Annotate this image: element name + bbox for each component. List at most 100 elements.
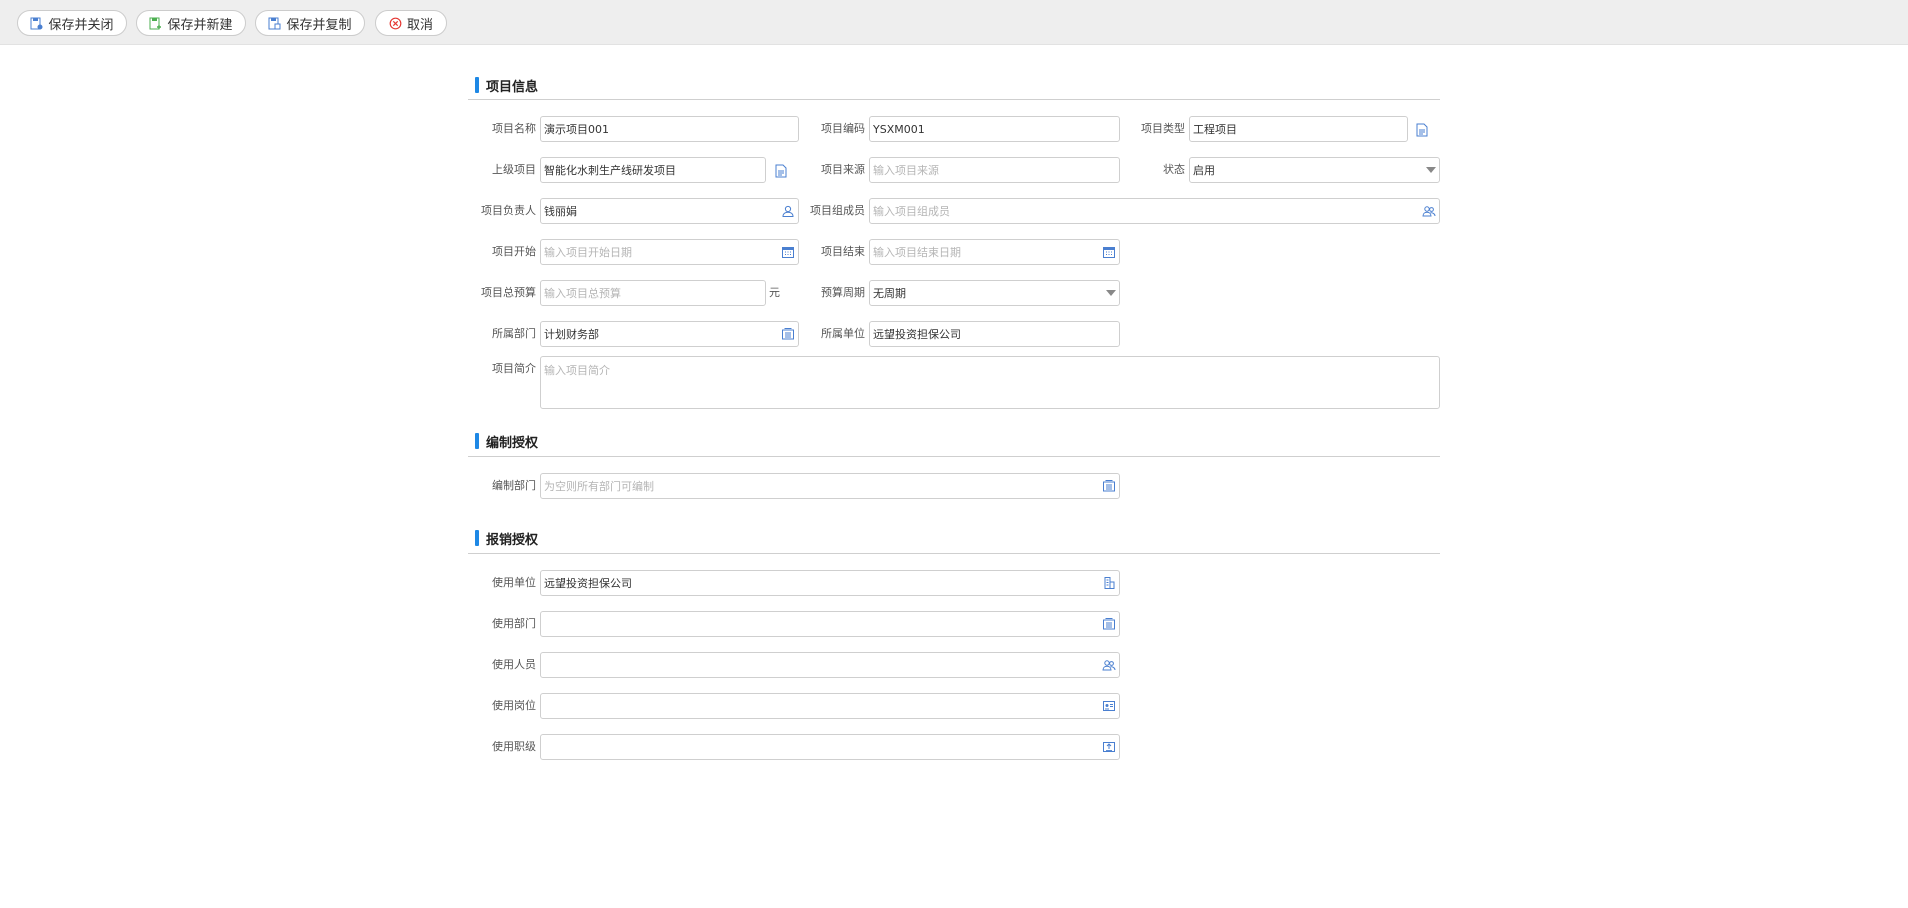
budget-cycle-label: 预算周期 [821, 286, 865, 299]
calendar-icon[interactable] [781, 245, 795, 259]
project-manager-input[interactable]: 钱丽娟 [540, 198, 799, 224]
project-end-label: 项目结束 [821, 245, 865, 258]
save-copy-icon [268, 17, 281, 29]
cancel-label: 取消 [406, 17, 433, 33]
compile-dept-label: 编制部门 [492, 479, 536, 492]
project-members-input[interactable]: 输入项目组成员 [869, 198, 1440, 224]
owner-unit-label: 所属单位 [821, 327, 865, 340]
compile-dept-input[interactable]: 为空则所有部门可编制 [540, 473, 1120, 499]
use-dept-label: 使用部门 [492, 617, 536, 630]
status-value: 启用 [1193, 164, 1215, 177]
budget-unit: 元 [769, 286, 780, 299]
project-source-input[interactable]: 输入项目来源 [869, 157, 1120, 183]
section-accent-bar [475, 530, 479, 546]
project-name-value: 演示项目001 [544, 123, 609, 136]
save-new-label: 保存并新建 [167, 17, 233, 33]
use-unit-value: 远望投资担保公司 [544, 577, 632, 590]
section-accent-bar [475, 433, 479, 449]
use-rank-input[interactable] [540, 734, 1120, 760]
department-icon[interactable] [1102, 479, 1116, 493]
save-new-icon [149, 17, 162, 29]
owner-unit-input[interactable]: 远望投资担保公司 [869, 321, 1120, 347]
department-value: 计划财务部 [544, 328, 599, 341]
project-end-input[interactable]: 输入项目结束日期 [869, 239, 1120, 265]
section-divider [468, 456, 1440, 457]
project-source-placeholder: 输入项目来源 [873, 164, 939, 177]
section-divider [468, 553, 1440, 554]
parent-project-input[interactable]: 智能化水刺生产线研发项目 [540, 157, 766, 183]
budget-cycle-select[interactable]: 无周期 [869, 280, 1120, 306]
project-type-value: 工程项目 [1193, 123, 1237, 136]
building-icon[interactable] [1102, 576, 1116, 590]
project-type-input[interactable]: 工程项目 [1189, 116, 1408, 142]
section-compile-auth-label: 编制授权 [486, 435, 539, 451]
project-code-input[interactable]: YSXM001 [869, 116, 1120, 142]
save-close-label: 保存并关闭 [48, 17, 114, 33]
status-select[interactable]: 启用 [1189, 157, 1440, 183]
calendar-icon[interactable] [1102, 245, 1116, 259]
status-label: 状态 [1163, 163, 1185, 176]
use-dept-input[interactable] [540, 611, 1120, 637]
department-icon[interactable] [1102, 617, 1116, 631]
chevron-down-icon [1106, 290, 1116, 296]
toolbar: 保存并关闭 保存并新建 保存并复制 取消 [0, 0, 1908, 45]
project-members-placeholder: 输入项目组成员 [873, 205, 950, 218]
project-start-input[interactable]: 输入项目开始日期 [540, 239, 799, 265]
project-start-label: 项目开始 [492, 245, 536, 258]
parent-project-label: 上级项目 [492, 163, 536, 176]
project-budget-placeholder: 输入项目总预算 [544, 287, 621, 300]
chevron-down-icon [1426, 167, 1436, 173]
save-copy-button[interactable]: 保存并复制 [255, 10, 365, 36]
project-intro-textarea[interactable]: 输入项目简介 [540, 356, 1440, 409]
section-project-info-label: 项目信息 [486, 79, 539, 95]
people-icon[interactable] [1102, 658, 1116, 672]
use-person-label: 使用人员 [492, 658, 536, 671]
owner-unit-value: 远望投资担保公司 [873, 328, 961, 341]
department-icon[interactable] [781, 327, 795, 341]
save-copy-label: 保存并复制 [286, 17, 352, 33]
use-post-input[interactable] [540, 693, 1120, 719]
people-icon[interactable] [1422, 204, 1436, 218]
use-unit-input[interactable]: 远望投资担保公司 [540, 570, 1120, 596]
rank-icon[interactable] [1102, 740, 1116, 754]
section-title-compile-auth: 编制授权 [475, 433, 539, 451]
department-input[interactable]: 计划财务部 [540, 321, 799, 347]
section-title-project-info: 项目信息 [475, 77, 539, 95]
use-rank-label: 使用职级 [492, 740, 536, 753]
project-intro-placeholder: 输入项目简介 [544, 364, 610, 377]
budget-cycle-value: 无周期 [873, 287, 906, 300]
use-person-input[interactable] [540, 652, 1120, 678]
project-budget-input[interactable]: 输入项目总预算 [540, 280, 766, 306]
compile-dept-placeholder: 为空则所有部门可编制 [544, 480, 654, 493]
id-card-icon[interactable] [1102, 699, 1116, 713]
save-close-icon [30, 17, 43, 29]
save-new-button[interactable]: 保存并新建 [136, 10, 246, 36]
project-source-label: 项目来源 [821, 163, 865, 176]
project-type-label: 项目类型 [1141, 122, 1185, 135]
cancel-button[interactable]: 取消 [375, 10, 447, 36]
project-code-label: 项目编码 [821, 122, 865, 135]
project-name-label: 项目名称 [492, 122, 536, 135]
use-unit-label: 使用单位 [492, 576, 536, 589]
use-post-label: 使用岗位 [492, 699, 536, 712]
section-accent-bar [475, 77, 479, 93]
save-close-button[interactable]: 保存并关闭 [17, 10, 127, 36]
project-members-label: 项目组成员 [810, 204, 865, 217]
section-reimburse-auth-label: 报销授权 [486, 532, 539, 548]
project-start-placeholder: 输入项目开始日期 [544, 246, 632, 259]
project-name-input[interactable]: 演示项目001 [540, 116, 799, 142]
section-divider [468, 99, 1440, 100]
project-end-placeholder: 输入项目结束日期 [873, 246, 961, 259]
project-budget-label: 项目总预算 [481, 286, 536, 299]
project-manager-label: 项目负责人 [481, 204, 536, 217]
document-icon[interactable] [774, 164, 788, 178]
project-intro-label: 项目简介 [492, 362, 536, 375]
department-label: 所属部门 [492, 327, 536, 340]
project-code-value: YSXM001 [873, 122, 925, 136]
section-title-reimburse-auth: 报销授权 [475, 530, 539, 548]
document-icon[interactable] [1415, 123, 1429, 137]
cancel-icon [389, 17, 402, 29]
parent-project-value: 智能化水刺生产线研发项目 [544, 164, 676, 177]
project-manager-value: 钱丽娟 [544, 205, 577, 218]
person-icon[interactable] [781, 204, 795, 218]
